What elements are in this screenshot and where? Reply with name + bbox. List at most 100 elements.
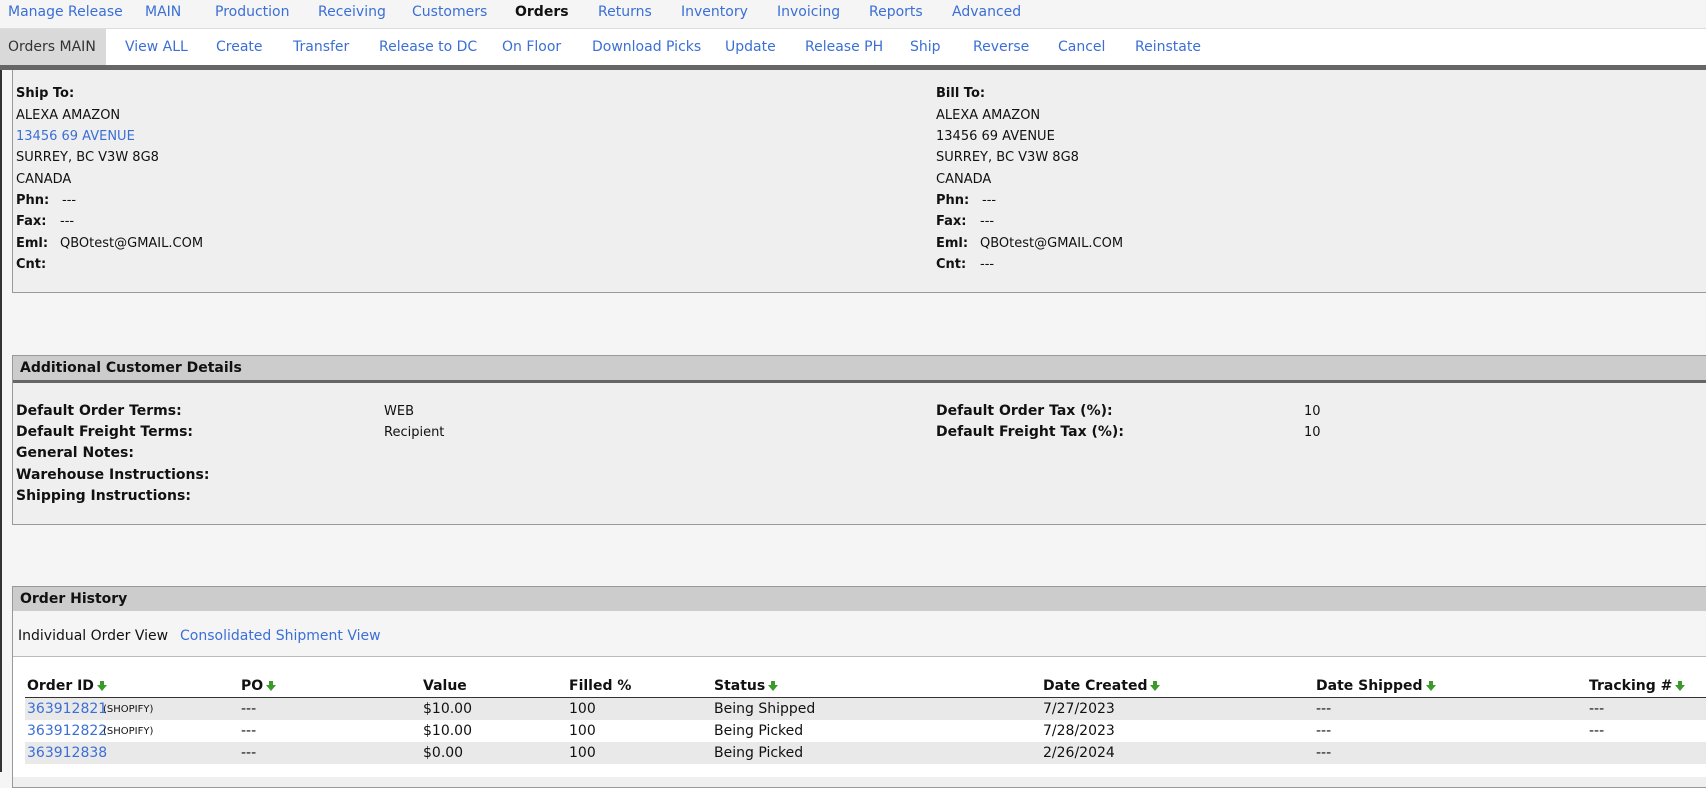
col-order-id[interactable]: Order ID xyxy=(27,678,107,694)
subnav-orders-main[interactable]: Orders MAIN xyxy=(8,39,96,55)
sort-arrow-icon[interactable] xyxy=(1425,681,1436,691)
col-status[interactable]: Status xyxy=(714,678,779,694)
sort-arrow-icon[interactable] xyxy=(96,681,107,691)
ship-to-city: SURREY, BC V3W 8G8 xyxy=(16,150,159,165)
ship-to-cnt-label: Cnt: xyxy=(16,257,47,272)
nav-returns[interactable]: Returns xyxy=(598,4,652,20)
col-tracking[interactable]: Tracking # xyxy=(1589,678,1686,694)
subnav-create[interactable]: Create xyxy=(216,39,263,55)
nav-receiving[interactable]: Receiving xyxy=(318,4,386,20)
col-date-shipped[interactable]: Date Shipped xyxy=(1316,678,1436,694)
ship-to-eml-label: Eml: xyxy=(16,236,49,251)
ship-to-fax-label: Fax: xyxy=(16,214,47,229)
shipping-instructions-label: Shipping Instructions: xyxy=(16,488,191,504)
order-date-shipped: --- xyxy=(1316,745,1332,761)
nav-advanced[interactable]: Advanced xyxy=(952,4,1021,20)
order-status: Being Picked xyxy=(714,723,804,739)
bill-to-fax: --- xyxy=(980,214,995,229)
bill-to-fax-label: Fax: xyxy=(936,214,967,229)
order-status: Being Picked xyxy=(714,745,804,761)
col-po[interactable]: PO xyxy=(241,678,277,694)
freight-terms-label: Default Freight Terms: xyxy=(16,424,194,440)
order-value: $0.00 xyxy=(423,745,464,761)
sort-arrow-icon[interactable] xyxy=(1150,681,1161,691)
col-date-created[interactable]: Date Created xyxy=(1043,678,1161,694)
bill-to-phn: --- xyxy=(982,193,997,208)
freight-tax-value: 10 xyxy=(1304,425,1321,440)
ship-to-fax: --- xyxy=(60,214,75,229)
col-value[interactable]: Value xyxy=(423,678,467,694)
ship-to-phn: --- xyxy=(62,193,77,208)
subnav-update[interactable]: Update xyxy=(725,39,776,55)
order-source: (SHOPIFY) xyxy=(103,726,154,737)
left-border xyxy=(0,70,2,772)
ship-to-country: CANADA xyxy=(16,172,72,187)
ship-to-phn-label: Phn: xyxy=(16,193,50,208)
bill-to-name: ALEXA AMAZON xyxy=(936,108,1041,123)
address-panel xyxy=(12,70,1706,293)
col-order-id-label: Order ID xyxy=(27,678,94,694)
nav-production[interactable]: Production xyxy=(215,4,289,20)
col-tracking-label: Tracking # xyxy=(1589,678,1673,694)
order-history-title: Order History xyxy=(13,587,1706,612)
subnav-view-all[interactable]: View ALL xyxy=(125,39,188,55)
order-tracking: --- xyxy=(1589,701,1605,717)
order-date-created: 2/26/2024 xyxy=(1043,745,1115,761)
order-id-link[interactable]: 363912822 xyxy=(27,723,107,739)
col-date-created-label: Date Created xyxy=(1043,678,1148,694)
order-terms-label: Default Order Terms: xyxy=(16,403,182,419)
ship-to-street[interactable]: 13456 69 AVENUE xyxy=(16,129,135,144)
subnav-transfer[interactable]: Transfer xyxy=(293,39,349,55)
bill-to-title: Bill To: xyxy=(936,86,986,101)
subnav-reverse[interactable]: Reverse xyxy=(973,39,1029,55)
ship-to-name: ALEXA AMAZON xyxy=(16,108,121,123)
table-row: 363912821 (SHOPIFY) --- $10.00 100 Being… xyxy=(25,698,1706,720)
nav-orders[interactable]: Orders xyxy=(515,4,569,20)
subnav-on-floor[interactable]: On Floor xyxy=(502,39,561,55)
table-row: 363912838 --- $0.00 100 Being Picked 2/2… xyxy=(25,742,1706,764)
col-date-shipped-label: Date Shipped xyxy=(1316,678,1423,694)
nav-reports[interactable]: Reports xyxy=(869,4,923,20)
nav-main[interactable]: MAIN xyxy=(145,4,181,20)
table-row: 363912822 (SHOPIFY) --- $10.00 100 Being… xyxy=(25,720,1706,742)
nav-manage-release[interactable]: Manage Release xyxy=(8,4,123,20)
order-date-created: 7/27/2023 xyxy=(1043,701,1115,717)
sort-arrow-icon[interactable] xyxy=(266,681,277,691)
order-po: --- xyxy=(241,701,257,717)
subnav-release-to-dc[interactable]: Release to DC xyxy=(379,39,477,55)
order-filled: 100 xyxy=(569,745,596,761)
individual-order-view[interactable]: Individual Order View xyxy=(18,628,168,644)
general-notes-label: General Notes: xyxy=(16,445,134,461)
order-tracking: --- xyxy=(1589,723,1605,739)
subnav-cancel[interactable]: Cancel xyxy=(1058,39,1105,55)
nav-customers[interactable]: Customers xyxy=(412,4,487,20)
sort-arrow-icon[interactable] xyxy=(1675,681,1686,691)
order-source: (SHOPIFY) xyxy=(103,704,154,715)
bill-to-phn-label: Phn: xyxy=(936,193,970,208)
bill-to-eml-label: Eml: xyxy=(936,236,969,251)
col-status-label: Status xyxy=(714,678,766,694)
additional-details-panel: Additional Customer Details xyxy=(12,355,1706,525)
order-id-link[interactable]: 363912838 xyxy=(27,745,107,761)
subnav-reinstate[interactable]: Reinstate xyxy=(1135,39,1201,55)
order-terms-value: WEB xyxy=(384,404,414,419)
order-filled: 100 xyxy=(569,701,596,717)
order-filled: 100 xyxy=(569,723,596,739)
consolidated-shipment-view[interactable]: Consolidated Shipment View xyxy=(180,628,381,644)
ship-to-title: Ship To: xyxy=(16,86,75,101)
subnav-ship[interactable]: Ship xyxy=(910,39,941,55)
nav-inventory[interactable]: Inventory xyxy=(681,4,748,20)
order-po: --- xyxy=(241,723,257,739)
order-id-link[interactable]: 363912821 xyxy=(27,701,107,717)
order-po: --- xyxy=(241,745,257,761)
subnav-download-picks[interactable]: Download Picks xyxy=(592,39,701,55)
subnav-release-ph[interactable]: Release PH xyxy=(805,39,883,55)
sort-arrow-icon[interactable] xyxy=(768,681,779,691)
order-value: $10.00 xyxy=(423,701,472,717)
col-filled[interactable]: Filled % xyxy=(569,678,631,694)
bill-to-cnt-label: Cnt: xyxy=(936,257,967,272)
order-status: Being Shipped xyxy=(714,701,816,717)
nav-invoicing[interactable]: Invoicing xyxy=(777,4,840,20)
sub-nav: Orders MAIN View ALL Create Transfer Rel… xyxy=(0,29,1706,65)
order-date-created: 7/28/2023 xyxy=(1043,723,1115,739)
